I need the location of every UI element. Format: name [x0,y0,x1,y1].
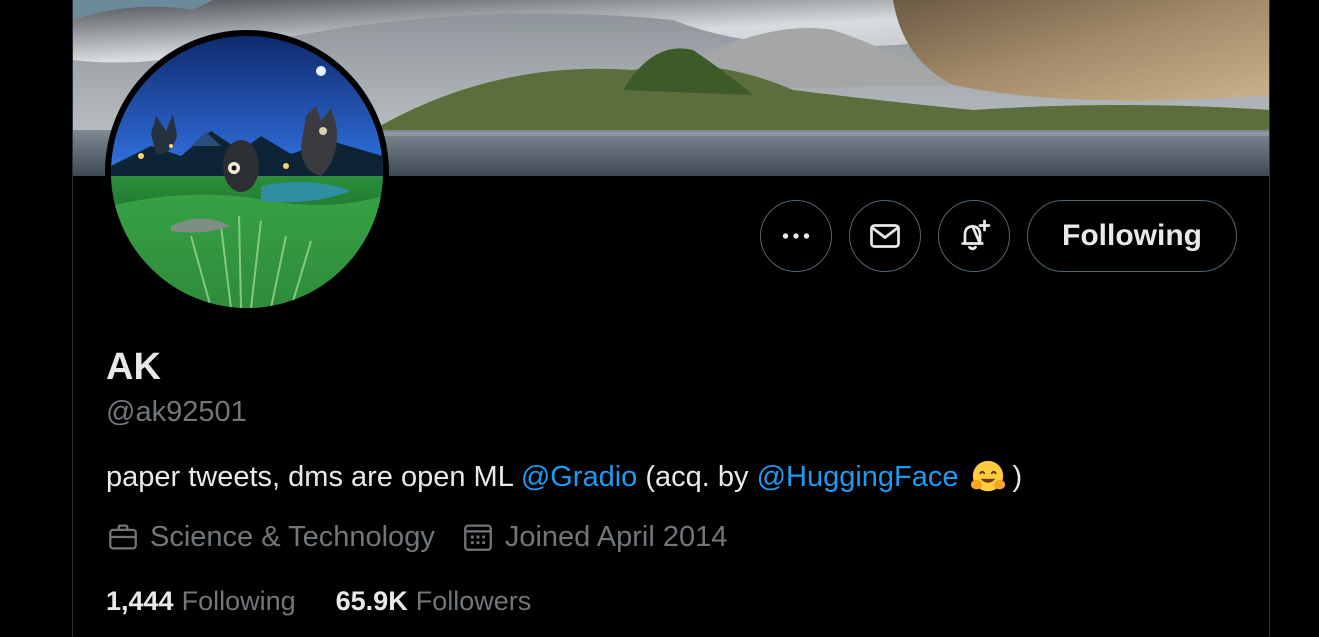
following-count: 1,444 [106,586,174,616]
calendar-icon [463,524,492,551]
bio-text: ) [1012,460,1023,493]
following-stat-link[interactable]: 1,444 Following [106,586,296,617]
briefcase-icon [109,524,137,550]
bio-text: (acq. by [637,460,757,493]
category-item: Science & Technology [106,520,435,554]
notifications-button[interactable] [938,200,1011,272]
hugging-face-emoji-icon [970,460,1005,492]
category-label: Science & Technology [150,520,435,553]
following-button[interactable]: Following [1027,200,1237,272]
huggingface-mention-link[interactable]: @HuggingFace [757,461,959,494]
gradio-mention-link[interactable]: @Gradio [521,461,637,494]
more-button[interactable] [760,200,833,272]
bell-plus-icon [961,219,991,251]
followers-label: Followers [415,586,532,616]
profile-handle: @ak92501 [106,396,247,428]
profile-stats: 1,444 Following 65.9K Followers [106,586,571,617]
profile-column: Following AK @ak92501 paper tweets, dms … [72,0,1270,637]
avatar-image [111,36,383,308]
more-icon [782,233,810,239]
followers-stat-link[interactable]: 65.9K Followers [336,586,532,617]
followers-count: 65.9K [335,586,408,616]
message-button[interactable] [849,200,922,272]
profile-bio: paper tweets, dms are open ML @Gradio (a… [106,458,1022,496]
joined-label: Joined April 2014 [504,520,728,553]
profile-meta: Science & Technology Joined April 2014 [106,520,753,554]
joined-item: Joined April 2014 [461,520,728,554]
bio-text: paper tweets, dms are open ML [106,460,521,493]
profile-name: AK [106,346,161,388]
mail-icon [870,224,900,248]
profile-actions: Following [760,200,1237,272]
avatar[interactable] [105,30,389,314]
following-label: Following [181,586,296,616]
